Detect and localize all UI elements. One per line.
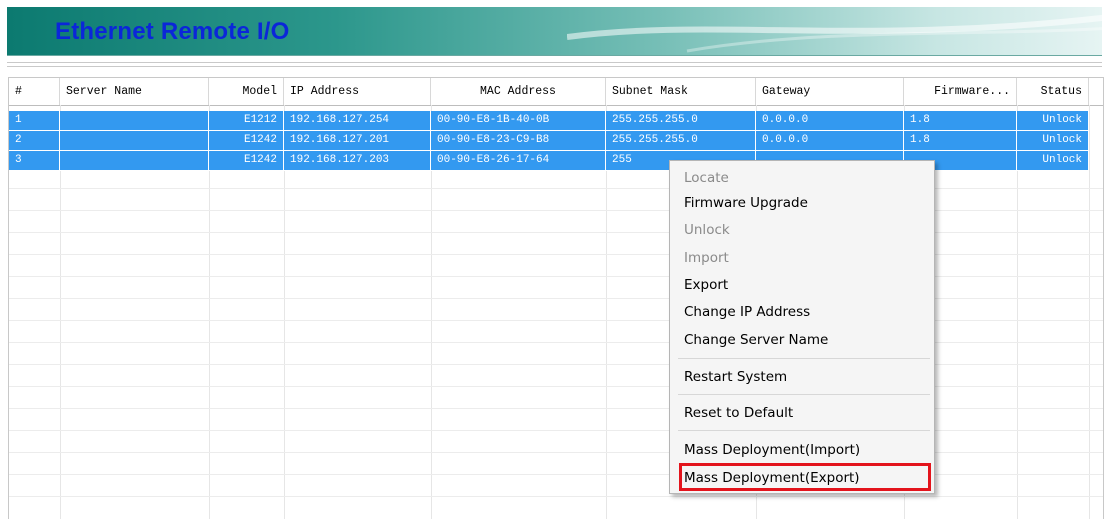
cell-server-name [60,151,209,170]
cell-mac-address: 00-90-E8-26-17-64 [431,151,606,170]
cell-ip-address: 192.168.127.201 [284,131,431,150]
menu-separator [678,358,930,359]
menu-item-change-server-name[interactable]: Change Server Name [684,329,828,351]
grid-row-line [9,188,1103,189]
menu-separator [678,394,930,395]
cell-status: Unlock [1017,151,1089,170]
col-header-model[interactable]: Model [209,78,284,105]
menu-item-reset-to-default[interactable]: Reset to Default [684,402,793,424]
cell-status: Unlock [1017,111,1089,130]
cell-firmware: 1.8 [904,111,1017,130]
grid-col-line [1089,105,1090,519]
grid-header-row: # Server Name Model IP Address MAC Addre… [9,78,1103,106]
col-header-number[interactable]: # [9,78,60,105]
col-header-ip-address[interactable]: IP Address [284,78,431,105]
table-row[interactable]: 2 E1242 192.168.127.201 00-90-E8-23-C9-B… [9,131,1089,151]
cell-ip-address: 192.168.127.203 [284,151,431,170]
cell-server-name [60,111,209,130]
cell-mac-address: 00-90-E8-1B-40-0B [431,111,606,130]
grid-row-line [9,364,1103,365]
grid-row-line [9,386,1103,387]
grid-row-line [9,320,1103,321]
cell-firmware: 1.8 [904,131,1017,150]
cell-model: E1242 [209,131,284,150]
col-header-subnet-mask[interactable]: Subnet Mask [606,78,756,105]
grid-row-line [9,210,1103,211]
grid-row-line [9,496,1103,497]
cell-subnet-mask: 255.255.255.0 [606,131,756,150]
context-menu[interactable]: Locate Firmware Upgrade Unlock Import Ex… [669,160,935,494]
grid-row-line [9,276,1103,277]
menu-item-unlock[interactable]: Unlock [684,219,730,241]
grid-row-line [9,254,1103,255]
app-title: Ethernet Remote I/O [55,18,290,45]
device-list-grid[interactable]: # Server Name Model IP Address MAC Addre… [8,77,1104,519]
cell-status: Unlock [1017,131,1089,150]
grid-row-line [9,452,1103,453]
menu-separator [678,430,930,431]
col-header-gateway[interactable]: Gateway [756,78,904,105]
col-header-firmware[interactable]: Firmware... [904,78,1017,105]
grid-row-line [9,298,1103,299]
grid-row-line [9,342,1103,343]
col-header-server-name[interactable]: Server Name [60,78,209,105]
highlight-box-mass-deployment-export [679,463,931,491]
menu-item-mass-deployment-import[interactable]: Mass Deployment(Import) [684,439,860,461]
menu-item-export[interactable]: Export [684,274,728,296]
menu-item-import[interactable]: Import [684,247,729,269]
cell-number: 3 [9,151,60,170]
cell-model: E1212 [209,111,284,130]
cell-number: 2 [9,131,60,150]
menu-item-firmware-upgrade[interactable]: Firmware Upgrade [684,192,808,214]
app-header-banner: Ethernet Remote I/O [7,7,1102,56]
table-row[interactable]: 1 E1212 192.168.127.254 00-90-E8-1B-40-0… [9,111,1089,131]
menu-item-locate[interactable]: Locate [684,167,729,189]
cell-model: E1242 [209,151,284,170]
cell-gateway: 0.0.0.0 [756,131,904,150]
menu-item-change-ip-address[interactable]: Change IP Address [684,301,810,323]
header-swoosh-decoration [567,14,1102,53]
grid-row-line [9,474,1103,475]
cell-ip-address: 192.168.127.254 [284,111,431,130]
col-header-mac-address[interactable]: MAC Address [431,78,606,105]
col-header-status[interactable]: Status [1017,78,1089,105]
cell-mac-address: 00-90-E8-23-C9-B8 [431,131,606,150]
grid-row-line [9,408,1103,409]
toolbar-separator-bottom [7,66,1102,67]
cell-number: 1 [9,111,60,130]
cell-server-name [60,131,209,150]
menu-item-restart-system[interactable]: Restart System [684,366,787,388]
toolbar-separator-top [7,62,1102,63]
cell-subnet-mask: 255.255.255.0 [606,111,756,130]
cell-gateway: 0.0.0.0 [756,111,904,130]
grid-row-line [9,232,1103,233]
grid-row-line [9,430,1103,431]
